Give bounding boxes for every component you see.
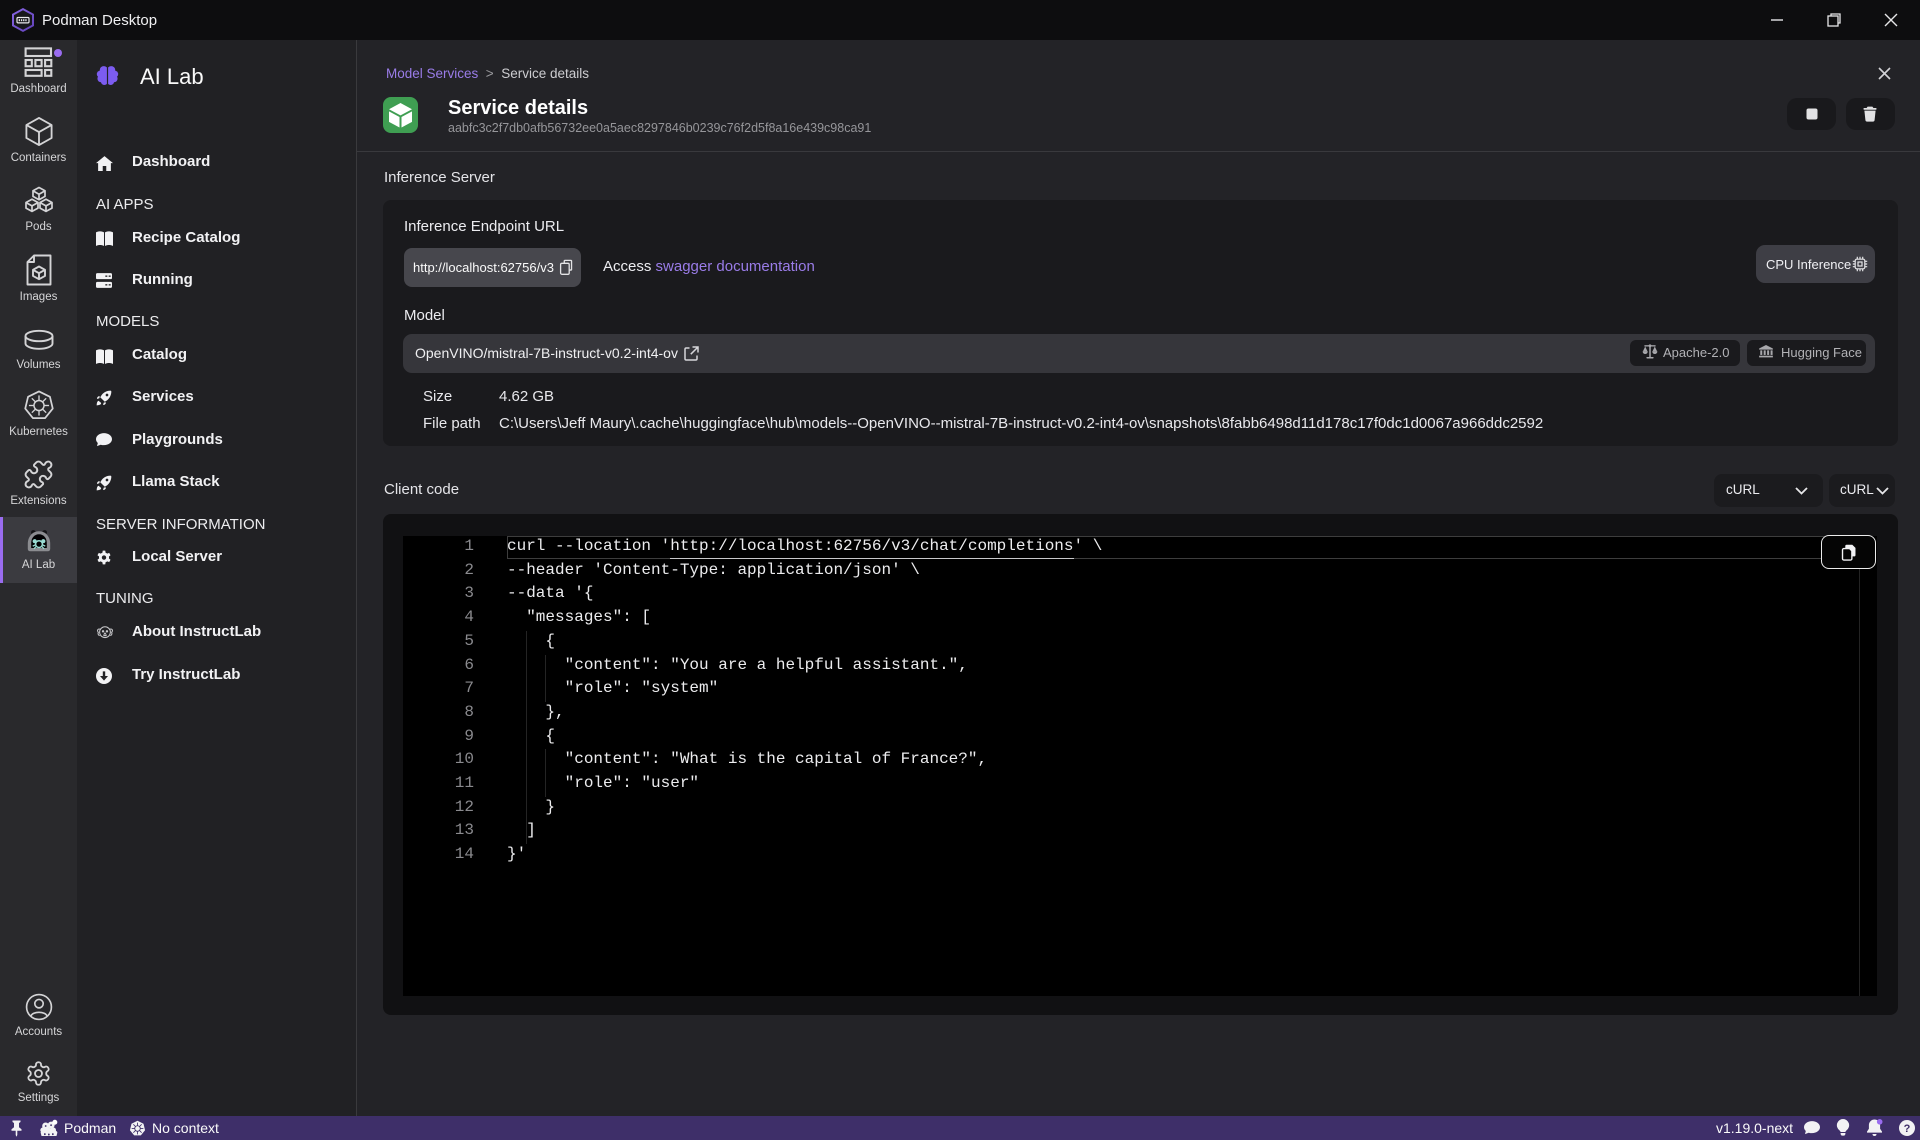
svg-text:?: ? [1904, 1123, 1911, 1135]
